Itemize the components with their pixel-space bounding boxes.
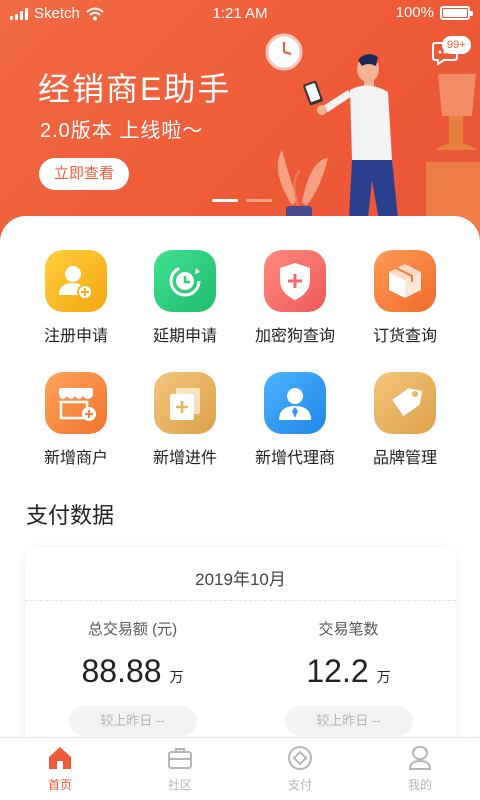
bottom-tab-bar: 首页 社区 支付 我的 [0,737,480,800]
shortcut-label: 新增进件 [152,450,217,467]
main-content: 注册申请 延期申请 加密狗查询 订货查询 新增商户 新增进件 新增代理商 品牌管理 支付数据 … [0,216,480,768]
total-amount-stat: 总交易额 (元) 88.88 万 较上昨日 -- [25,618,240,736]
shortcut-item[interactable]: 新增进件 [130,372,240,468]
briefcase-icon [168,748,192,769]
shortcut-label: 新增代理商 [254,450,335,467]
document-plus-icon [154,372,216,434]
stat-label: 总交易额 (元) [87,621,178,638]
register-user-icon [45,250,107,312]
message-badge: 99+ [442,36,471,54]
app-root: Sketch 1:21 AM 100% 经销商E助手 2.0版本 上线啦～ 立即… [0,0,480,800]
tab-label: 我的 [407,778,432,792]
tab-payment[interactable]: 支付 [240,744,360,793]
agent-icon [264,372,326,434]
profile-icon [408,746,432,770]
shortcut-item[interactable]: 新增商户 [21,372,131,468]
payment-section-title: 支付数据 [26,503,115,528]
banner[interactable]: Sketch 1:21 AM 100% 经销商E助手 2.0版本 上线啦～ 立即… [0,0,480,240]
shortcut-item[interactable]: 品牌管理 [350,372,460,468]
shortcut-item[interactable]: 注册申请 [21,250,131,346]
stat-unit: 万 [376,669,391,685]
battery-percent: 100% [395,4,434,21]
tab-label: 首页 [47,778,72,792]
tab-home[interactable]: 首页 [0,744,120,793]
tab-briefcase[interactable]: 社区 [120,744,240,793]
battery-icon [440,5,473,20]
store-plus-icon [45,372,107,434]
status-bar: Sketch 1:21 AM 100% [0,0,480,28]
tab-label: 支付 [287,778,312,792]
tag-icon [374,372,436,434]
payment-summary-card: 2019年10月 总交易额 (元) 88.88 万 较上昨日 -- 交易笔数 12… [25,548,456,768]
shortcut-item[interactable]: 新增代理商 [240,372,350,468]
shortcut-label: 订货查询 [372,328,437,345]
view-now-button[interactable]: 立即查看 [39,158,129,190]
stat-value: 12.2 [306,653,369,689]
stat-unit: 万 [169,669,184,685]
stat-label: 交易笔数 [318,621,379,638]
divider [25,600,456,601]
payment-icon [288,746,312,770]
carousel-dot[interactable] [212,199,238,202]
banner-title: 经销商E助手 [38,71,232,107]
clock-renew-icon [154,250,216,312]
banner-subtitle: 2.0版本 上线啦～ [40,120,204,142]
stat-value: 88.88 [81,653,162,689]
compare-pill: 较上昨日 -- [284,706,413,736]
shortcut-item[interactable]: 订货查询 [350,250,460,346]
tab-profile[interactable]: 我的 [360,744,480,793]
shortcut-item[interactable]: 延期申请 [130,250,240,346]
home-icon [49,747,71,769]
shortcut-label: 加密狗查询 [254,328,335,345]
transaction-count-stat: 交易笔数 12.2 万 较上昨日 -- [241,618,456,736]
shortcut-label: 新增商户 [43,450,108,467]
compare-pill: 较上昨日 -- [68,706,197,736]
shield-plus-icon [264,250,326,312]
shortcut-item[interactable]: 加密狗查询 [240,250,350,346]
box-icon [374,250,436,312]
carousel-dot[interactable] [246,199,272,202]
shortcut-label: 品牌管理 [372,450,437,467]
shortcut-label: 注册申请 [43,328,108,345]
shortcut-label: 延期申请 [152,328,217,345]
tab-label: 社区 [167,778,192,792]
payment-date[interactable]: 2019年10月 [25,565,456,590]
carousel-indicator[interactable] [212,199,272,202]
